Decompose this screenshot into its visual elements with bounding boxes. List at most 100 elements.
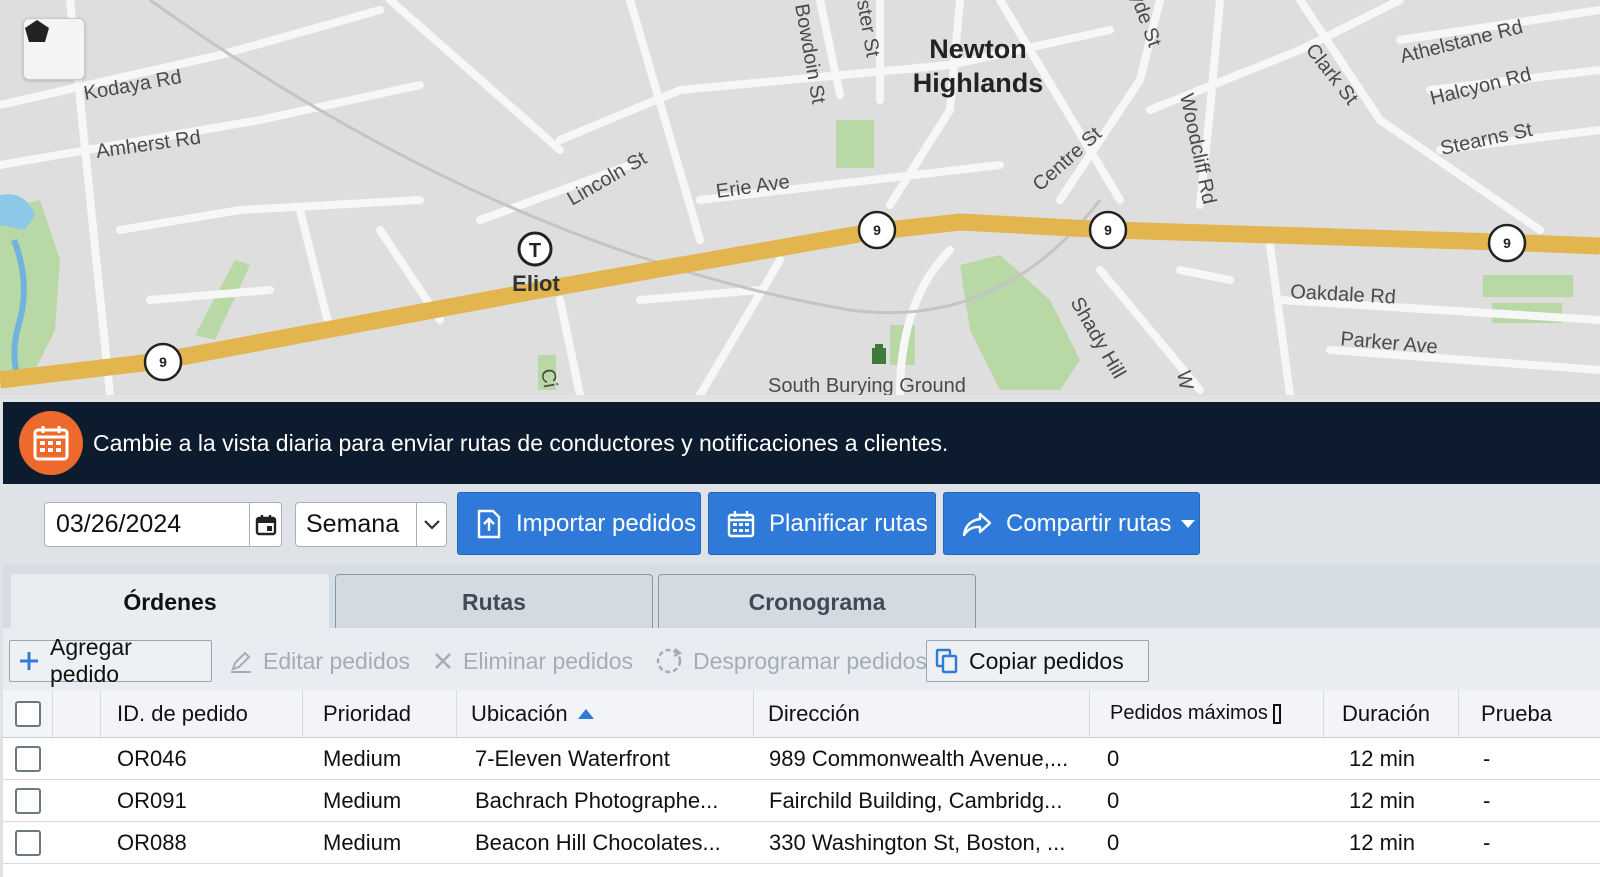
- share-routes-button[interactable]: Compartir rutas: [943, 492, 1200, 555]
- svg-text:Athelstane Rd: Athelstane Rd: [1398, 16, 1525, 68]
- period-select-value: Semana: [306, 510, 400, 538]
- row-checkbox[interactable]: [15, 829, 41, 856]
- order-location: Bachrach Photographe...: [475, 787, 719, 813]
- order-priority: Medium: [323, 745, 402, 771]
- svg-text:T: T: [529, 240, 541, 262]
- orders-action-bar: Agregar pedido Editar pedidos Eliminar p…: [3, 628, 1600, 690]
- refresh-dashed-icon: [655, 647, 683, 675]
- column-header-duration[interactable]: Duración: [1324, 690, 1459, 737]
- info-banner: Cambie a la vista diaria para enviar rut…: [3, 402, 1600, 484]
- draw-polygon-button[interactable]: [23, 18, 85, 80]
- delete-orders-button[interactable]: Eliminar pedidos: [425, 640, 641, 682]
- order-location: Beacon Hill Chocolates...: [475, 829, 721, 855]
- order-duration: 12 min: [1349, 745, 1416, 771]
- pencil-icon: [229, 649, 253, 673]
- plus-icon: [18, 650, 40, 672]
- order-priority: Medium: [323, 829, 402, 855]
- svg-text:Erie Ave: Erie Ave: [715, 171, 791, 203]
- order-max: 0: [1107, 829, 1120, 855]
- order-duration: 12 min: [1349, 829, 1416, 855]
- select-all-checkbox[interactable]: [14, 700, 41, 727]
- orders-table: ID. de pedido Prioridad Ubicación Direcc…: [3, 690, 1600, 877]
- copy-icon: [935, 648, 959, 674]
- date-picker[interactable]: 03/26/2024: [44, 502, 282, 547]
- svg-text:Amherst Rd: Amherst Rd: [95, 126, 203, 162]
- svg-text:Shady Hill: Shady Hill: [1066, 294, 1130, 383]
- map-view[interactable]: 9 9 9 9 T Eliot Newton Highlands Kodaya: [0, 0, 1600, 395]
- svg-text:W: W: [1172, 369, 1197, 392]
- chevron-down-icon[interactable]: [416, 503, 446, 546]
- view-tabs: Órdenes Rutas Cronograma: [3, 564, 1600, 630]
- place-label-cemetery: South Burying Ground: [768, 375, 966, 395]
- svg-text:Halcyon Rd: Halcyon Rd: [1428, 63, 1534, 109]
- map-canvas: 9 9 9 9 T Eliot Newton Highlands Kodaya: [0, 0, 1600, 395]
- place-label-eliot: Eliot: [512, 271, 560, 296]
- svg-text:Ci: Ci: [536, 367, 561, 389]
- share-arrow-icon: [962, 511, 992, 537]
- order-test: -: [1483, 829, 1491, 855]
- cemetery-icon: [872, 344, 886, 364]
- svg-text:9: 9: [873, 222, 881, 238]
- row-checkbox[interactable]: [15, 745, 41, 772]
- svg-text:Lincoln St: Lincoln St: [564, 147, 651, 210]
- column-header-order-id[interactable]: ID. de pedido: [101, 690, 303, 737]
- edit-orders-button[interactable]: Editar pedidos: [221, 640, 418, 682]
- plan-routes-button[interactable]: Planificar rutas: [708, 492, 936, 555]
- route-shield: 9: [857, 210, 897, 250]
- route-shield: 9: [143, 342, 183, 382]
- svg-text:Stearns St: Stearns St: [1438, 119, 1534, 160]
- order-address: Fairchild Building, Cambridg...: [769, 787, 1063, 813]
- order-id: OR091: [117, 787, 187, 813]
- place-label-newton: Newton: [929, 34, 1027, 64]
- order-priority: Medium: [323, 787, 402, 813]
- import-orders-button[interactable]: Importar pedidos: [457, 492, 701, 555]
- order-address: 330 Washington St, Boston, ...: [769, 829, 1066, 855]
- order-id: OR088: [117, 829, 187, 855]
- calendar-picker-icon[interactable]: [249, 503, 281, 546]
- column-header-max-orders[interactable]: Pedidos máximos: [1090, 690, 1324, 737]
- column-spacer: [53, 690, 101, 737]
- column-header-location[interactable]: Ubicación: [457, 690, 754, 737]
- tab-cronograma[interactable]: Cronograma: [658, 574, 976, 630]
- row-checkbox[interactable]: [15, 787, 41, 814]
- column-header-priority[interactable]: Prioridad: [303, 690, 457, 737]
- order-location: 7-Eleven Waterfront: [475, 745, 670, 771]
- place-label-highlands: Highlands: [913, 68, 1044, 98]
- period-select[interactable]: Semana: [295, 502, 447, 547]
- order-address: 989 Commonwealth Avenue,...: [769, 745, 1069, 771]
- tab-rutas[interactable]: Rutas: [335, 574, 653, 630]
- svg-text:9: 9: [1503, 235, 1511, 251]
- upload-file-icon: [476, 509, 502, 539]
- route-shield: 9: [1088, 210, 1128, 250]
- info-box-icon: [1272, 703, 1281, 724]
- close-icon: [433, 651, 453, 671]
- table-header-row: ID. de pedido Prioridad Ubicación Direcc…: [3, 690, 1600, 738]
- calendar-icon: [19, 411, 83, 475]
- calendar-icon: [727, 510, 755, 538]
- add-order-button[interactable]: Agregar pedido: [9, 634, 212, 687]
- order-id: OR046: [117, 745, 187, 771]
- column-header-test[interactable]: Prueba: [1459, 690, 1600, 737]
- order-max: 0: [1107, 787, 1120, 813]
- order-max: 0: [1107, 745, 1120, 771]
- transit-station-icon[interactable]: T: [517, 231, 553, 267]
- order-duration: 12 min: [1349, 787, 1416, 813]
- table-row[interactable]: OR091 Medium Bachrach Photographe... Fai…: [3, 780, 1600, 822]
- route-shield: 9: [1487, 223, 1527, 263]
- table-row[interactable]: OR046 Medium 7-Eleven Waterfront 989 Com…: [3, 738, 1600, 780]
- order-test: -: [1483, 745, 1491, 771]
- order-test: -: [1483, 787, 1491, 813]
- caret-down-icon: [1181, 519, 1196, 528]
- unschedule-orders-button[interactable]: Desprogramar pedidos: [647, 640, 935, 682]
- svg-text:9: 9: [159, 354, 167, 370]
- date-input[interactable]: 03/26/2024: [45, 510, 249, 539]
- column-header-address[interactable]: Dirección: [754, 690, 1090, 737]
- sort-ascending-icon: [577, 708, 594, 719]
- tab-ordenes[interactable]: Órdenes: [11, 574, 329, 630]
- svg-text:9: 9: [1104, 222, 1112, 238]
- banner-message: Cambie a la vista diaria para enviar rut…: [93, 429, 949, 456]
- select-all-checkbox-cell: [3, 690, 53, 737]
- toolbar: 03/26/2024 Semana Importar pedidos Plani…: [3, 484, 1600, 564]
- copy-orders-button[interactable]: Copiar pedidos: [926, 640, 1149, 682]
- table-row[interactable]: OR088 Medium Beacon Hill Chocolates... 3…: [3, 822, 1600, 864]
